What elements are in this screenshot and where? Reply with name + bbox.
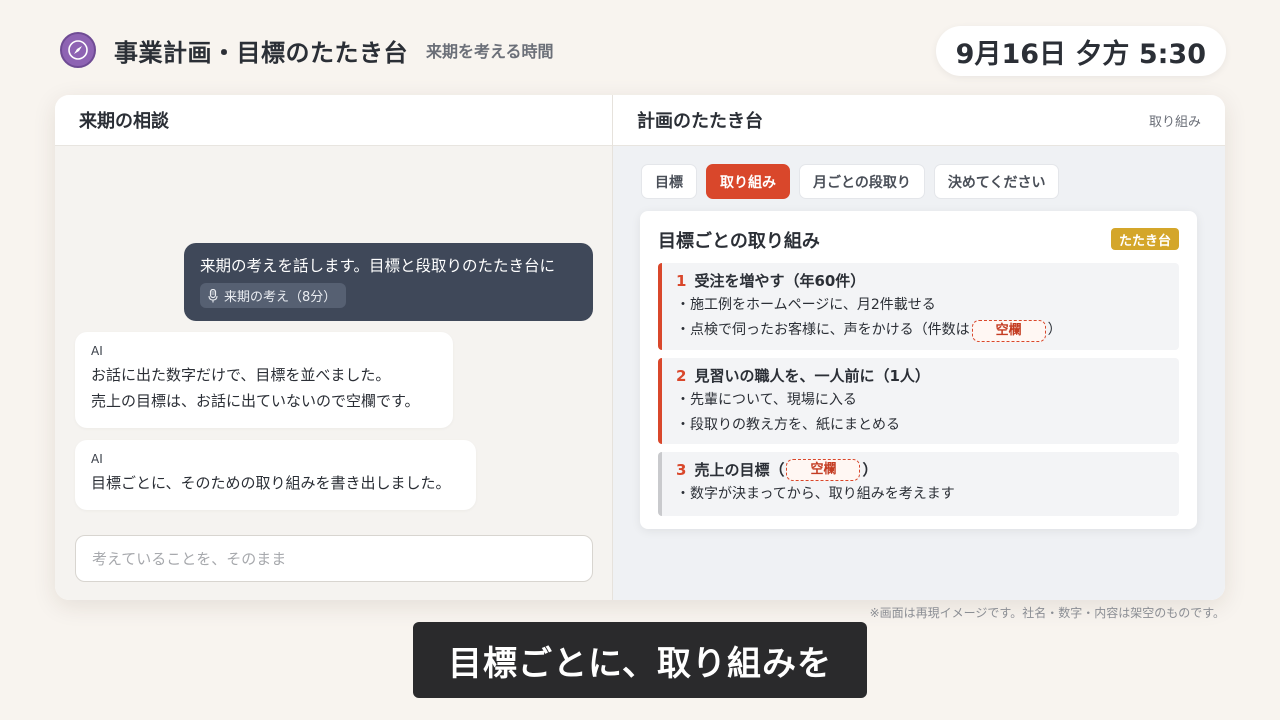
initiative-line: ・先輩について、現場に入る [676,392,857,408]
current-view-label: 取り組み [1148,114,1201,130]
chat-pane-title: 来期の相談 [79,111,169,132]
goal-heading: 1 受注を増やす（年60件） [676,269,1165,293]
goal-title-suffix: ） [862,461,878,479]
draft-badge: たたき台 [1110,228,1179,250]
main-card: 来期の相談 来期の考えを話します。目標と段取りのたたき台に 来期の考え（8分） [55,95,1225,600]
initiative-line: ・施工例をホームページに、月2件載せる [676,297,936,313]
ai-sender-label: AI [91,452,103,466]
plan-pane-header: 計画のたたき台 取り組み [613,95,1225,146]
audio-attachment[interactable]: 来期の考え（8分） [200,283,347,308]
microphone-icon [208,288,218,303]
ai-sender-label: AI [91,344,103,358]
user-message-text: 来期の考えを話します。目標と段取りのたたき台に [200,257,555,275]
blank-field[interactable]: 空欄 [786,459,861,481]
initiative-text: ・点検で伺ったお客様に、声をかける（件数は [676,322,970,338]
goal-item[interactable]: 3 売上の目標（ 空欄 ） ・数字が決まってから、取り組みを考えます [658,452,1179,516]
tab-monthly-steps[interactable]: 月ごとの段取り [799,164,925,199]
attachment-label: 来期の考え（8分） [224,290,337,305]
compass-icon [60,32,96,68]
initiative-line: ・段取りの教え方を、紙にまとめる [676,417,900,433]
plan-pane-title: 計画のたたき台 [637,111,763,132]
plan-tabs: 目標 取り組み 月ごとの段取り 決めてください [641,164,1060,199]
goal-number: 1 [676,272,687,290]
user-message: 来期の考えを話します。目標と段取りのたたき台に 来期の考え（8分） [184,243,593,321]
ai-message: AI お話に出た数字だけで、目標を並べました。 売上の目標は、お話に出ていないの… [75,332,453,428]
initiative-line: ・点検で伺ったお客様に、声をかける（件数は 空欄 ） [676,318,1165,343]
caption-banner: 目標ごとに、取り組みを [413,622,867,698]
ai-message-line: 売上の目標は、お話に出ていないので空欄です。 [91,392,420,410]
goal-title: 受注を増やす（年60件） [694,272,866,290]
goal-heading: 2 見習いの職人を、一人前に（1人） [676,364,1165,388]
goal-title: 売上の目標（ [694,461,785,479]
goal-number: 2 [676,367,687,385]
plan-pane: 計画のたたき台 取り組み 目標 取り組み 月ごとの段取り 決めてください 目標ご… [613,95,1225,600]
chat-pane-header: 来期の相談 [55,95,612,146]
disclaimer-footnote: ※画面は再現イメージです。社名・数字・内容は架空のものです。 [869,606,1225,620]
initiative-line: ・数字が決まってから、取り組みを考えます [676,486,955,502]
ai-message-line: お話に出た数字だけで、目標を並べました。 [91,366,391,384]
ai-message: AI 目標ごとに、そのための取り組みを書き出しました。 [75,440,476,510]
initiative-text-suffix: ） [1047,322,1062,338]
tab-goals[interactable]: 目標 [641,164,697,199]
goal-item[interactable]: 2 見習いの職人を、一人前に（1人） ・先輩について、現場に入る ・段取りの教え… [658,358,1179,444]
plan-card: 目標ごとの取り組み たたき台 1 受注を増やす（年60件） ・施工例をホームペー… [640,211,1197,529]
app-header: 事業計画・目標のたたき台 来期を考える時間 [60,30,554,70]
tab-initiatives[interactable]: 取り組み [706,164,790,199]
ai-message-line: 目標ごとに、そのための取り組みを書き出しました。 [91,474,451,492]
goal-item[interactable]: 1 受注を増やす（年60件） ・施工例をホームページに、月2件載せる ・点検で伺… [658,263,1179,350]
chat-pane: 来期の相談 来期の考えを話します。目標と段取りのたたき台に 来期の考え（8分） [55,95,613,600]
goal-heading: 3 売上の目標（ 空欄 ） [676,458,1165,482]
goal-number: 3 [676,461,687,479]
blank-field[interactable]: 空欄 [971,319,1046,342]
chat-input[interactable] [75,535,593,582]
app-title: 事業計画・目標のたたき台 [114,38,408,67]
app-subtitle: 来期を考える時間 [426,42,554,61]
clock: 9月16日 夕方 5:30 [935,26,1226,76]
plan-title: 目標ごとの取り組み [658,231,820,252]
goal-title: 見習いの職人を、一人前に（1人） [694,367,930,385]
tab-decide[interactable]: 決めてください [933,164,1060,199]
